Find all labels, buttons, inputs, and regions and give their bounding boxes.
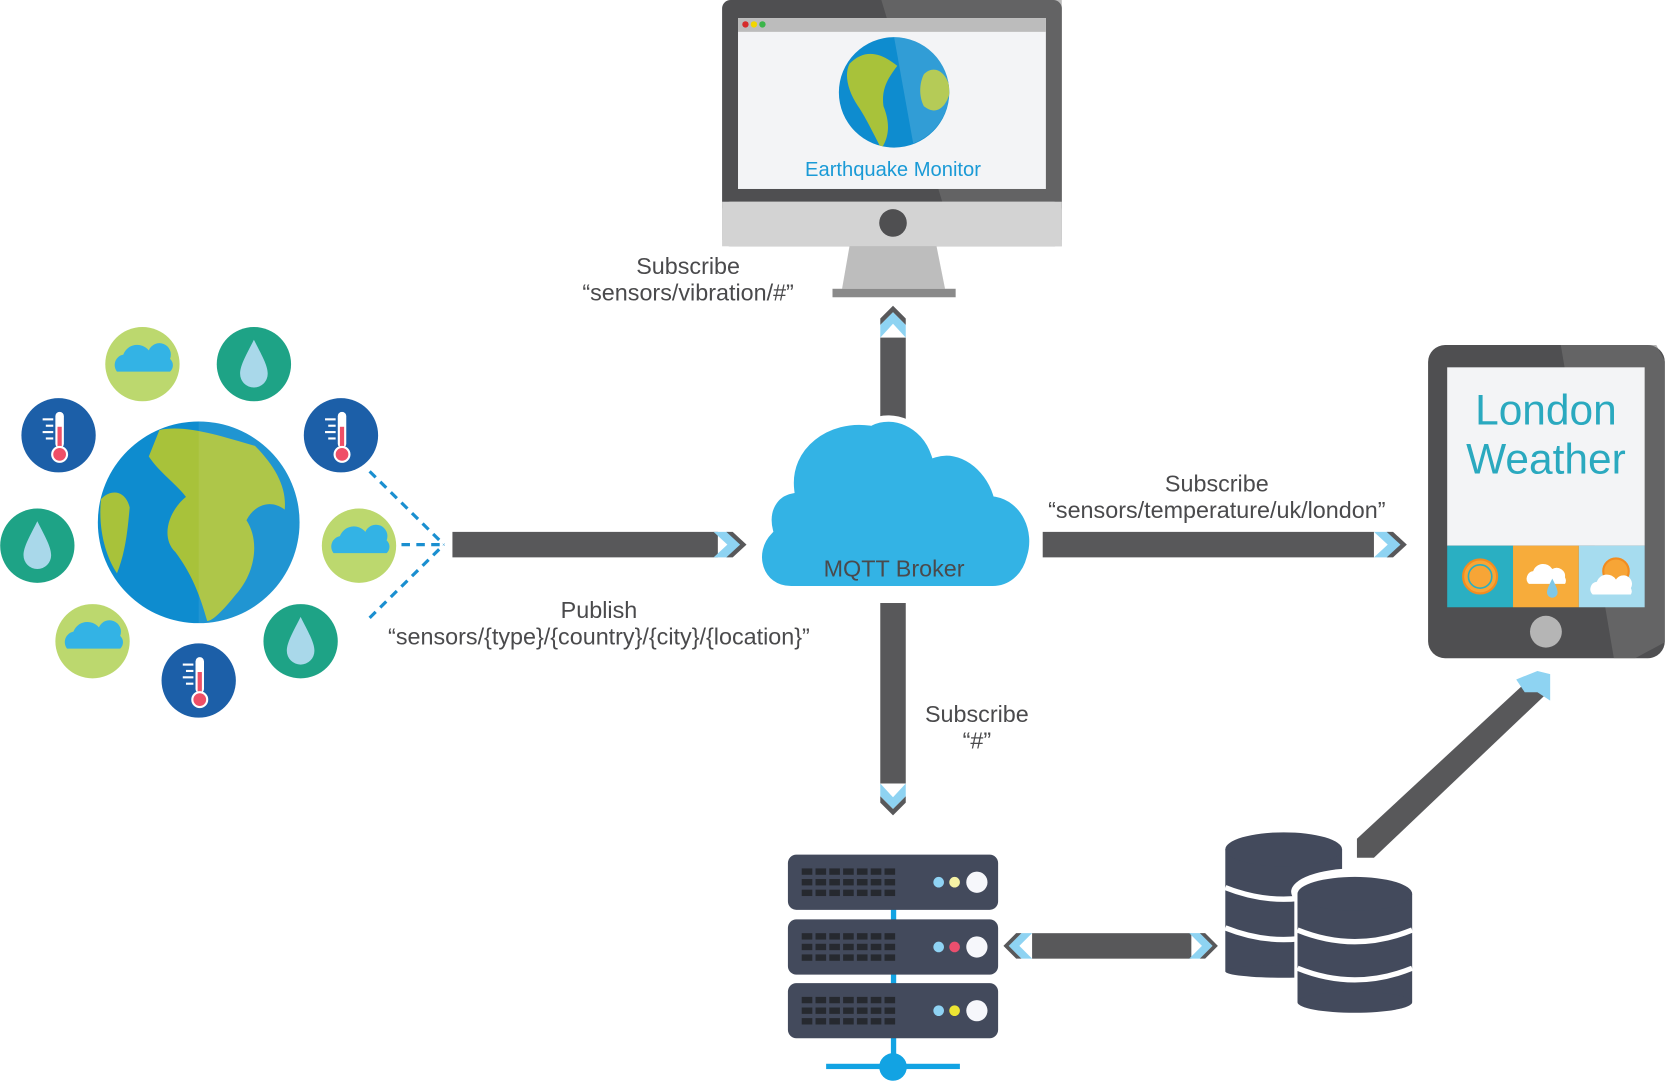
mqtt-diagram: MQTT Broker Earthquake Monitor Subscribe…: [0, 0, 1665, 1085]
server-unit-2: [787, 919, 999, 975]
server-action-label: Subscribe: [925, 701, 1029, 727]
london-action-label: Subscribe: [1165, 471, 1269, 497]
weather-tile-rain-cloud: [1513, 545, 1579, 608]
sensor-water-drop-3: [263, 604, 338, 679]
london-title-line2: Weather: [1466, 435, 1626, 482]
publish-arrow: [452, 531, 747, 558]
database-cylinder-front: [1291, 868, 1419, 1013]
weather-tile-sun: [1447, 545, 1514, 608]
server-topic-label: “#”: [963, 727, 992, 753]
database-icon: [1224, 832, 1419, 1013]
sensor-water-drop-1: [216, 326, 292, 402]
subscribe-london-arrow: [1042, 531, 1407, 558]
broker-label: MQTT Broker: [824, 555, 965, 581]
server-rack-icon: [787, 854, 999, 1081]
sensor-thermometer-3: [161, 643, 236, 718]
earthquake-monitor-title: Earthquake Monitor: [805, 159, 981, 181]
london-topic-label: “sensors/temperature/uk/london”: [1048, 497, 1385, 523]
publish-action-label: Publish: [561, 597, 638, 623]
vibration-action-label: Subscribe: [636, 253, 740, 279]
sensor-cloud-1: [105, 326, 180, 402]
sensor-thermometer-1: [21, 398, 96, 473]
sensor-thermometer-2: [303, 398, 379, 473]
subscribe-all-arrow: [880, 603, 906, 816]
diagram-canvas: MQTT Broker Earthquake Monitor Subscribe…: [0, 0, 1665, 1081]
server-unit-1: [787, 854, 999, 910]
database-tablet-arrow: [1356, 670, 1551, 858]
sensor-water-drop-2: [0, 508, 75, 583]
subscribe-vibration-arrow: [880, 305, 906, 423]
weather-tile-partly-cloudy: [1578, 545, 1645, 608]
london-title-line1: London: [1475, 387, 1617, 434]
sensor-cloud-2: [321, 508, 397, 583]
sensor-cloud-3: [55, 604, 130, 679]
earth-globe-icon: [97, 421, 300, 624]
server-unit-3: [787, 983, 999, 1039]
server-database-arrow: [1003, 933, 1218, 959]
vibration-topic-label: “sensors/vibration/#”: [582, 279, 793, 305]
publish-topic-label: “sensors/{type}/{country}/{city}/{locati…: [388, 623, 810, 649]
